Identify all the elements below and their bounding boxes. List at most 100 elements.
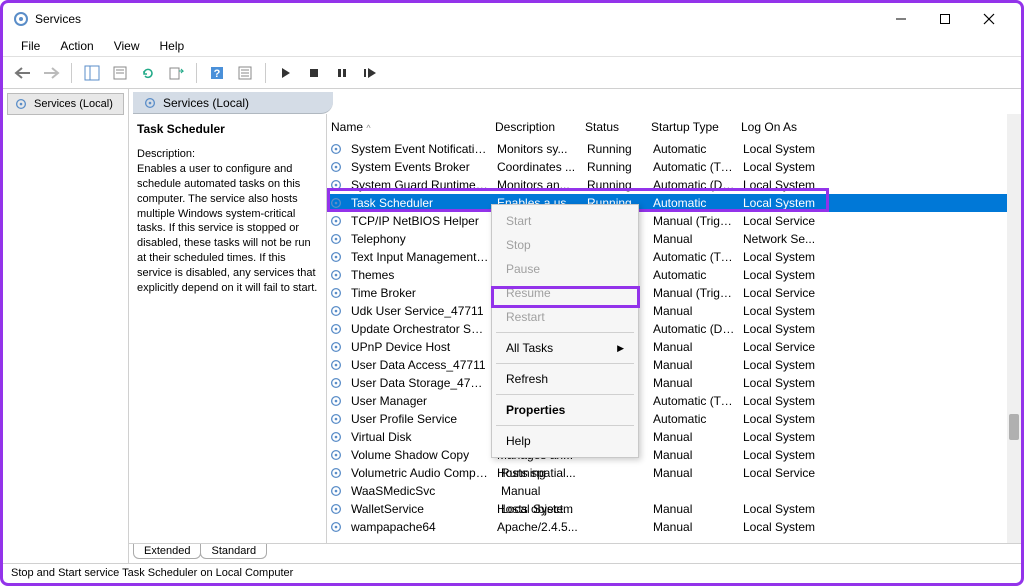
cell-startup: Automatic [649, 266, 739, 284]
cell-logon: Local System [739, 248, 829, 266]
cell-startup: Automatic (Tri... [649, 158, 739, 176]
col-status[interactable]: Status [581, 118, 647, 136]
cell-startup: Manual [649, 230, 739, 248]
menu-view[interactable]: View [104, 37, 150, 54]
cell-logon: Local System [739, 392, 829, 410]
cell-desc: Monitors an... [493, 176, 583, 194]
service-row[interactable]: TCP/IP NetBIOS HelperManual (Trigg...Loc… [327, 212, 1021, 230]
tab-standard[interactable]: Standard [200, 544, 267, 559]
cell-name: WaaSMedicSvc [347, 482, 493, 500]
menu-file[interactable]: File [11, 37, 50, 54]
cell-logon: Local System [739, 266, 829, 284]
detail-view-button[interactable] [80, 61, 104, 85]
help-button[interactable]: ? [205, 61, 229, 85]
service-row[interactable]: Task SchedulerEnables a us...RunningAuto… [327, 194, 1021, 212]
service-row[interactable]: WalletServiceHosts object...ManualLocal … [327, 500, 1021, 518]
close-button[interactable] [967, 5, 1011, 33]
export-button[interactable] [164, 61, 188, 85]
cell-desc: Apache/2.4.5... [493, 518, 583, 536]
scrollbar-thumb[interactable] [1009, 414, 1019, 440]
cell-startup: Manual [649, 302, 739, 320]
context-menu-start[interactable]: Start [492, 209, 638, 233]
service-row[interactable]: Volumetric Audio Composit...Hosts spatia… [327, 464, 1021, 482]
list-button[interactable] [233, 61, 257, 85]
context-menu-properties[interactable]: Properties [492, 398, 638, 422]
context-menu-help[interactable]: Help [492, 429, 638, 453]
service-row[interactable]: ThemesAutomaticLocal System [327, 266, 1021, 284]
service-row[interactable]: TelephonyManualNetwork Se... [327, 230, 1021, 248]
service-row[interactable]: Text Input Management Ser...Automatic (T… [327, 248, 1021, 266]
back-button[interactable] [11, 61, 35, 85]
start-service-button[interactable] [274, 61, 298, 85]
col-startup[interactable]: Startup Type [647, 118, 737, 136]
cell-logon: Local Service [739, 284, 829, 302]
context-menu-restart[interactable]: Restart [492, 305, 638, 329]
service-row[interactable]: Time BrokerManual (Trigg...Local Service [327, 284, 1021, 302]
cell-status: Running [583, 158, 649, 176]
window-title: Services [35, 12, 879, 26]
cell-logon: Local System [739, 320, 829, 338]
cell-name: User Manager [347, 392, 493, 410]
service-row[interactable]: Virtual DiskProvides ma...ManualLocal Sy… [327, 428, 1021, 446]
list-header: Name ^ Description Status Startup Type L… [327, 114, 1021, 140]
service-row[interactable]: User Data Access_47711ManualLocal System [327, 356, 1021, 374]
cell-logon: Local System [739, 158, 829, 176]
service-row[interactable]: UPnP Device HostManualLocal Service [327, 338, 1021, 356]
properties-button[interactable] [108, 61, 132, 85]
service-row[interactable]: User Profile ServiceAutomaticLocal Syste… [327, 410, 1021, 428]
cell-name: Telephony [347, 230, 493, 248]
context-menu-all-tasks[interactable]: All Tasks▶ [492, 336, 638, 360]
cell-status [583, 471, 649, 475]
cell-status [583, 507, 649, 511]
titlebar[interactable]: Services [3, 3, 1021, 35]
service-row[interactable]: System Events BrokerCoordinates ...Runni… [327, 158, 1021, 176]
tab-extended[interactable]: Extended [133, 544, 201, 559]
cell-startup: Manual [649, 464, 739, 482]
service-row[interactable]: System Guard Runtime Mon...Monitors an..… [327, 176, 1021, 194]
service-list[interactable]: Name ^ Description Status Startup Type L… [327, 114, 1021, 543]
col-name[interactable]: Name ^ [327, 118, 491, 136]
forward-button[interactable] [39, 61, 63, 85]
context-menu-stop[interactable]: Stop [492, 233, 638, 257]
context-menu-pause[interactable]: Pause [492, 257, 638, 281]
service-row[interactable]: User Data Storage_47711ManualLocal Syste… [327, 374, 1021, 392]
scrollbar[interactable] [1007, 114, 1021, 543]
description-label: Description: [137, 148, 318, 160]
context-menu-separator [496, 425, 634, 426]
cell-name: System Guard Runtime Mon... [347, 176, 493, 194]
refresh-button[interactable] [136, 61, 160, 85]
restart-service-button[interactable] [358, 61, 382, 85]
services-icon [13, 11, 29, 27]
service-row[interactable]: Volume Shadow CopyManages an...ManualLoc… [327, 446, 1021, 464]
service-row[interactable]: Update Orchestrator ServiceAutomatic (De… [327, 320, 1021, 338]
service-row[interactable]: System Event Notification S...Monitors s… [327, 140, 1021, 158]
tree-item-services-local[interactable]: Services (Local) [7, 93, 124, 115]
service-row[interactable]: User ManagerAutomatic (Tri...Local Syste… [327, 392, 1021, 410]
menu-help[interactable]: Help [150, 37, 195, 54]
minimize-button[interactable] [879, 5, 923, 33]
selected-service-name: Task Scheduler [137, 122, 318, 136]
toolbar: ? [3, 57, 1021, 89]
detail-header-label: Services (Local) [163, 96, 249, 110]
col-logon[interactable]: Log On As [737, 118, 827, 136]
context-menu-refresh[interactable]: Refresh [492, 367, 638, 391]
col-description[interactable]: Description [491, 118, 581, 136]
gear-icon [143, 96, 157, 110]
cell-name: wampapache64 [347, 518, 493, 536]
maximize-button[interactable] [923, 5, 967, 33]
cell-name: Virtual Disk [347, 428, 493, 446]
context-menu-resume[interactable]: Resume [492, 281, 638, 305]
stop-service-button[interactable] [302, 61, 326, 85]
cell-startup: Manual [649, 428, 739, 446]
cell-name: UPnP Device Host [347, 338, 493, 356]
service-row[interactable]: wampapache64Apache/2.4.5...ManualLocal S… [327, 518, 1021, 536]
cell-logon: Local System [739, 500, 829, 518]
menu-action[interactable]: Action [50, 37, 103, 54]
pause-service-button[interactable] [330, 61, 354, 85]
service-row[interactable]: Udk User Service_47711ManualLocal System [327, 302, 1021, 320]
service-row[interactable]: WaaSMedicSvcRunningManualLocal System [327, 482, 1021, 500]
cell-logon: Local System [739, 194, 829, 212]
cell-startup: Manual [649, 446, 739, 464]
cell-startup: Automatic (De... [649, 176, 739, 194]
cell-name: User Data Access_47711 [347, 356, 493, 374]
